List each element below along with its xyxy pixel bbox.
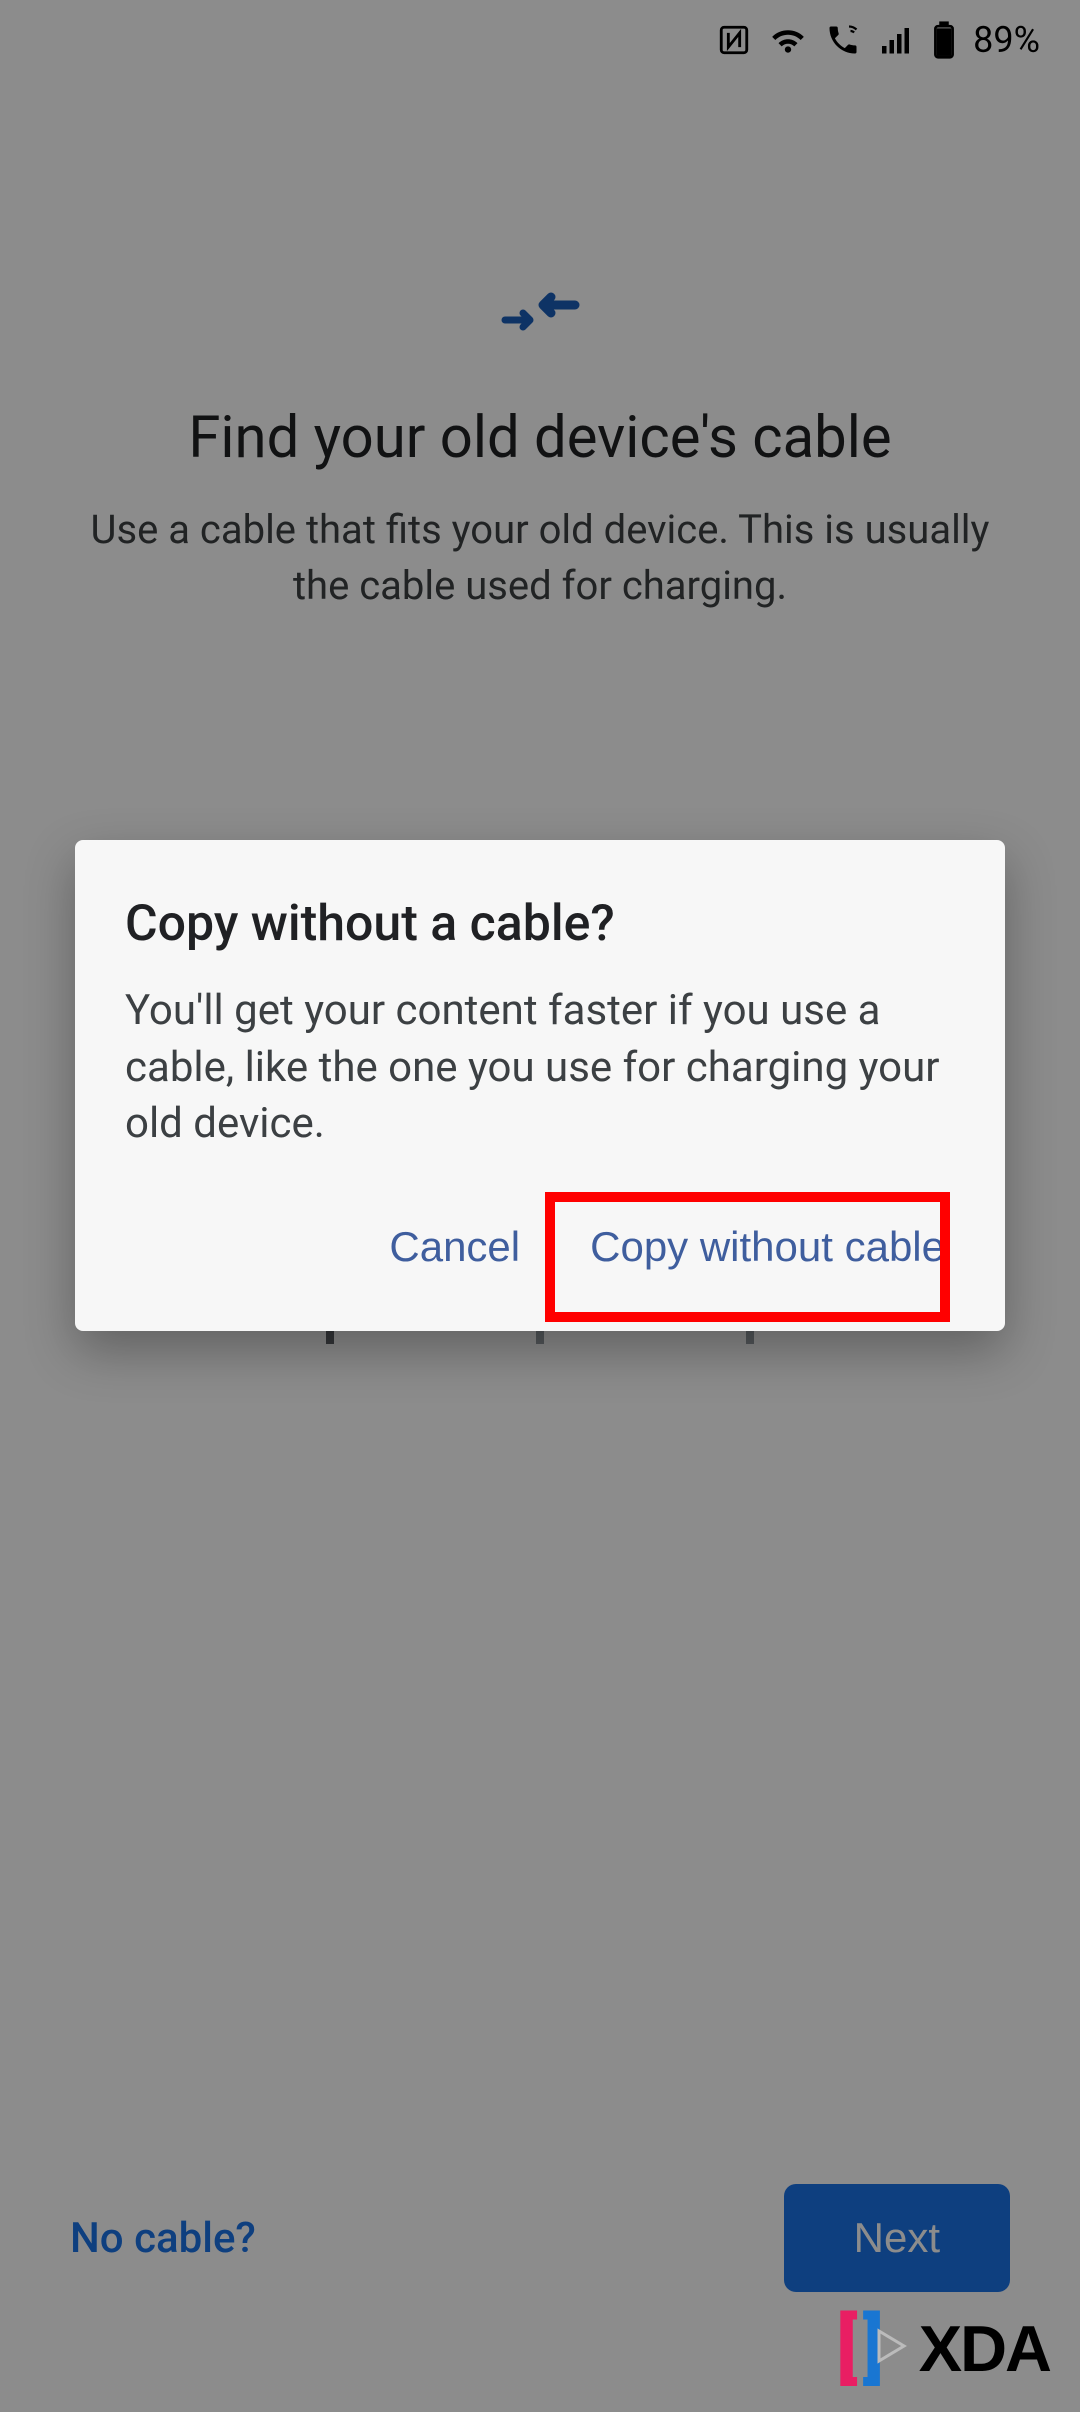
copy-without-cable-dialog: Copy without a cable? You'll get your co… — [75, 840, 1005, 1331]
xda-text: XDA — [919, 2311, 1050, 2386]
xda-bracket-left-icon: [ — [836, 2304, 857, 2392]
cancel-button[interactable]: Cancel — [379, 1203, 530, 1291]
dialog-button-row: Cancel Copy without cable — [125, 1203, 955, 1291]
dialog-title: Copy without a cable? — [125, 895, 955, 953]
xda-arrow-icon — [889, 2321, 914, 2375]
xda-watermark: [] XDA — [836, 2304, 1050, 2392]
copy-without-cable-button[interactable]: Copy without cable — [580, 1203, 955, 1291]
dialog-body: You'll get your content faster if you us… — [125, 983, 955, 1153]
